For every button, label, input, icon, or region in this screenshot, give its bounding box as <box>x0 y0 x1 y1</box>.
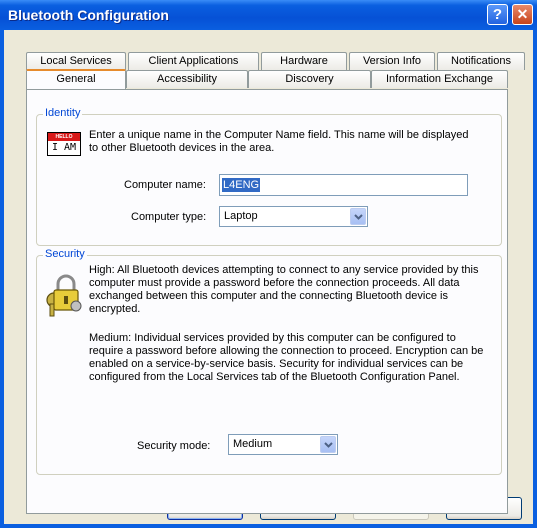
security-mode-select[interactable]: Medium <box>228 434 338 455</box>
title-bar[interactable]: Bluetooth Configuration ? ✕ <box>0 0 537 30</box>
padlock-keys-icon <box>46 274 82 317</box>
window-title: Bluetooth Configuration <box>8 7 169 23</box>
computer-name-input[interactable]: L4ENG <box>219 174 468 196</box>
chevron-down-icon <box>354 214 363 220</box>
computer-type-select[interactable]: Laptop <box>219 206 368 227</box>
security-medium-description: Medium: Individual services provided by … <box>89 332 484 383</box>
security-mode-dropdown-button[interactable] <box>320 436 336 453</box>
security-legend: Security <box>43 248 87 260</box>
security-mode-label: Security mode: <box>137 440 211 452</box>
tab-accessibility[interactable]: Accessibility <box>126 70 248 88</box>
close-button[interactable]: ✕ <box>512 4 533 25</box>
tab-information-exchange[interactable]: Information Exchange <box>371 70 508 88</box>
security-mode-value: Medium <box>233 438 273 450</box>
computer-name-label: Computer name: <box>124 179 206 191</box>
chevron-down-icon <box>324 442 333 448</box>
identity-description: Enter a unique name in the Computer Name… <box>89 129 469 154</box>
tab-notifications[interactable]: Notifications <box>437 52 525 70</box>
computer-type-label: Computer type: <box>131 211 207 223</box>
tab-general[interactable]: General <box>26 69 126 89</box>
computer-type-value: Laptop <box>224 210 258 222</box>
tab-local-services[interactable]: Local Services <box>26 52 126 70</box>
hello-badge-text: I AM <box>51 142 77 153</box>
general-tab-panel: Identity HELLO I AM Enter a unique name … <box>26 89 508 514</box>
dialog-window: Bluetooth Configuration ? ✕ Local Servic… <box>0 0 537 528</box>
tab-version-info[interactable]: Version Info <box>349 52 435 70</box>
dialog-body: Local Services Client Applications Hardw… <box>4 30 533 524</box>
identity-legend: Identity <box>43 107 83 119</box>
hello-i-am-icon: HELLO I AM <box>47 132 81 156</box>
computer-type-dropdown-button[interactable] <box>350 208 366 225</box>
computer-name-value: L4ENG <box>222 178 261 192</box>
hello-badge-top: HELLO <box>48 133 80 141</box>
tab-discovery[interactable]: Discovery <box>248 70 371 88</box>
security-high-description: High: All Bluetooth devices attempting t… <box>89 264 479 315</box>
tab-client-applications[interactable]: Client Applications <box>128 52 259 70</box>
tab-hardware[interactable]: Hardware <box>261 52 347 70</box>
help-titlebar-button[interactable]: ? <box>487 4 508 25</box>
